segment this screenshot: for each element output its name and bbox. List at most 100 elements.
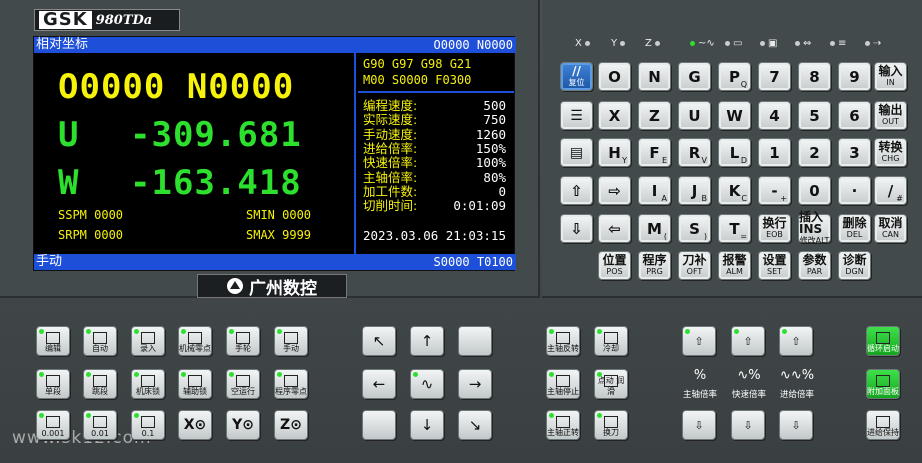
- eob-button[interactable]: 换行 EOB: [758, 214, 791, 243]
- key-3[interactable]: 3: [838, 138, 871, 167]
- step-0-button[interactable]: 0.001: [36, 410, 70, 440]
- override-up-0-button[interactable]: ⇧: [682, 326, 716, 356]
- key-l[interactable]: LD: [718, 138, 751, 167]
- jog-2-2-button[interactable]: ↘: [458, 410, 492, 440]
- key-5[interactable]: 5: [798, 101, 831, 130]
- key-9[interactable]: 9: [838, 62, 871, 91]
- fn-prg-button[interactable]: 程序 PRG: [638, 251, 671, 280]
- key-r4-3[interactable]: - +: [758, 176, 791, 205]
- key-m[interactable]: M(: [638, 214, 671, 243]
- func-3-button[interactable]: 辅助锁: [178, 369, 212, 399]
- key-x[interactable]: X: [598, 101, 631, 130]
- reset-button[interactable]: //复位: [560, 62, 593, 91]
- spindle-3-button[interactable]: 点动 润滑: [594, 369, 628, 399]
- func-4-button[interactable]: 空运行: [226, 369, 260, 399]
- key-r4-0[interactable]: IA: [638, 176, 671, 205]
- key-r4-1[interactable]: JB: [678, 176, 711, 205]
- key-r[interactable]: RV: [678, 138, 711, 167]
- key-t[interactable]: T =: [718, 214, 751, 243]
- cancel-button[interactable]: 取消 CAN: [874, 214, 907, 243]
- jog-0-0-button[interactable]: ↖: [362, 326, 396, 356]
- override-down-0-button[interactable]: ⇩: [682, 410, 716, 440]
- spindle-2-button[interactable]: 主轴停止: [546, 369, 580, 399]
- key-4[interactable]: 4: [758, 101, 791, 130]
- key-6[interactable]: 6: [838, 101, 871, 130]
- func-5-button[interactable]: 程序零点: [274, 369, 308, 399]
- insert-alter-button[interactable]: 插入INS 修改ALT: [798, 211, 831, 245]
- jog-1-2-button[interactable]: →: [458, 369, 492, 399]
- mode-1-button[interactable]: 自动: [83, 326, 117, 356]
- edit-icon-button[interactable]: ☰: [560, 101, 593, 130]
- key-2[interactable]: 2: [798, 138, 831, 167]
- axis-1-button[interactable]: Y⊙: [226, 410, 260, 440]
- mode-0-button[interactable]: 编辑: [36, 326, 70, 356]
- right-1-button[interactable]: 附加面板: [866, 369, 900, 399]
- cursor-left-button[interactable]: ⇦: [598, 214, 631, 243]
- key-r4-4[interactable]: 0: [798, 176, 831, 205]
- page-icon-button[interactable]: ▤: [560, 138, 593, 167]
- func-1-button[interactable]: 跳段: [83, 369, 117, 399]
- led-icon: [690, 41, 695, 46]
- output-button[interactable]: 输出 OUT: [874, 101, 907, 130]
- mode-2-button[interactable]: 录入: [131, 326, 165, 356]
- jog-0-1-button[interactable]: ↑: [410, 326, 444, 356]
- spindle-1-button[interactable]: 冷却: [594, 326, 628, 356]
- spindle-4-button[interactable]: 主轴正转: [546, 410, 580, 440]
- fn-set-button[interactable]: 设置 SET: [758, 251, 791, 280]
- delete-button[interactable]: 删除 DEL: [838, 214, 871, 243]
- rate-label: 快速倍率:: [363, 155, 418, 171]
- fn-alm-button[interactable]: 报警 ALM: [718, 251, 751, 280]
- mode-3-button[interactable]: 机械零点: [178, 326, 212, 356]
- key-h[interactable]: HY: [598, 138, 631, 167]
- rate-value: 500: [483, 98, 506, 113]
- key-r4-2[interactable]: KC: [718, 176, 751, 205]
- spindle-5-button[interactable]: 换刀: [594, 410, 628, 440]
- key-g[interactable]: G: [678, 62, 711, 91]
- rate-row: 加工件数: 0: [363, 184, 506, 199]
- fn-par-button[interactable]: 参数 PAR: [798, 251, 831, 280]
- key-p[interactable]: PQ: [718, 62, 751, 91]
- fn-dgn-button[interactable]: 诊断 DGN: [838, 251, 871, 280]
- key-f[interactable]: FE: [638, 138, 671, 167]
- key-o[interactable]: O: [598, 62, 631, 91]
- key-1[interactable]: 1: [758, 138, 791, 167]
- override-down-1-button[interactable]: ⇩: [731, 410, 765, 440]
- fn-oft-button[interactable]: 刀补 OFT: [678, 251, 711, 280]
- key-z[interactable]: Z: [638, 101, 671, 130]
- page-down-button[interactable]: ⇩: [560, 214, 593, 243]
- right-2-button[interactable]: 进给保持: [866, 410, 900, 440]
- key-u[interactable]: U: [678, 101, 711, 130]
- func-0-button[interactable]: 单段: [36, 369, 70, 399]
- spindle-0-button[interactable]: 主轴反转: [546, 326, 580, 356]
- key-r4-5[interactable]: ·: [838, 176, 871, 205]
- func-2-button[interactable]: 机床锁: [131, 369, 165, 399]
- key-8[interactable]: 8: [798, 62, 831, 91]
- override-up-2-button[interactable]: ⇧: [779, 326, 813, 356]
- override-icon: ∿%: [737, 368, 761, 383]
- fn-pos-button[interactable]: 位置 POS: [598, 251, 631, 280]
- jog-1-1-button[interactable]: ∿: [410, 369, 444, 399]
- jog-0-2-button[interactable]: [458, 326, 492, 356]
- key-w[interactable]: W: [718, 101, 751, 130]
- step-1-button[interactable]: 0.01: [83, 410, 117, 440]
- key-r4-6[interactable]: / #: [874, 176, 907, 205]
- cursor-right-button[interactable]: ⇨: [598, 176, 631, 205]
- jog-2-0-button[interactable]: [362, 410, 396, 440]
- step-2-button[interactable]: 0.1: [131, 410, 165, 440]
- mode-5-button[interactable]: 手动: [274, 326, 308, 356]
- jog-2-1-button[interactable]: ↓: [410, 410, 444, 440]
- right-0-button[interactable]: 循环启动: [866, 326, 900, 356]
- key-7[interactable]: 7: [758, 62, 791, 91]
- jog-1-0-button[interactable]: ←: [362, 369, 396, 399]
- axis-2-button[interactable]: Z⊙: [274, 410, 308, 440]
- key-n[interactable]: N: [638, 62, 671, 91]
- override-up-1-button[interactable]: ⇧: [731, 326, 765, 356]
- input-button[interactable]: 输入 IN: [874, 62, 907, 91]
- page-up-button[interactable]: ⇧: [560, 176, 593, 205]
- axis-0-button[interactable]: X⊙: [178, 410, 212, 440]
- convert-button[interactable]: 转换 CHG: [874, 138, 907, 167]
- key-f-label: F: [649, 143, 660, 162]
- override-down-2-button[interactable]: ⇩: [779, 410, 813, 440]
- mode-4-button[interactable]: 手轮: [226, 326, 260, 356]
- key-s[interactable]: S): [678, 214, 711, 243]
